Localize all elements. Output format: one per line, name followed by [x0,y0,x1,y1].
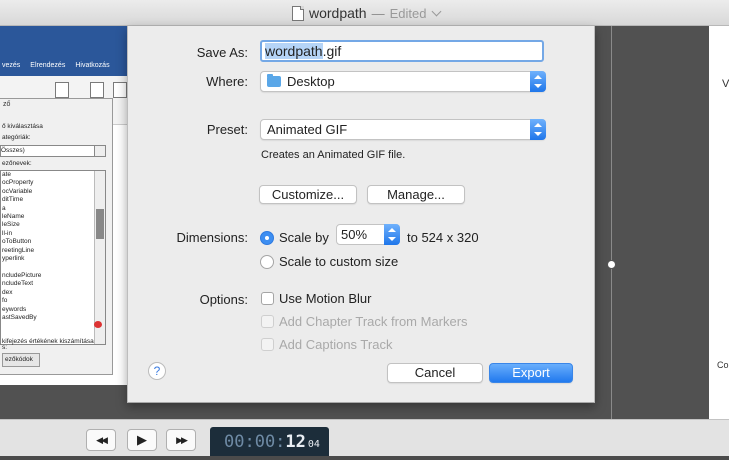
list-item: ocVariable [2,187,33,195]
window-titlebar: wordpath — Edited [0,0,729,26]
where-popup[interactable]: Desktop [260,71,546,92]
timecode-display: 00:00:12 04 [210,427,329,456]
scale-by-radio[interactable] [260,231,274,245]
options-label: Options: [199,292,248,307]
cursor-click-indicator [94,321,102,328]
list-item: reetingLine [2,246,35,254]
word-category-select: Összes) [0,145,106,157]
export-dialog: Save As: wordpath.gif Where: Desktop Pre… [127,26,595,403]
resize-handle[interactable] [607,260,616,269]
folder-icon [267,74,281,87]
save-as-label: Save As: [196,45,248,60]
list-item [1,263,105,271]
word-category-value: Összes) [1,147,25,154]
fast-forward-icon[interactable]: ▶▶ [166,429,196,451]
play-icon[interactable]: ▶ [127,429,157,451]
title-separator: — [371,5,385,21]
word-dialog-label: ő kiválasztása [2,123,43,130]
word-field-codes-button: ezőkódok [2,353,40,367]
ribbon-icon [55,82,69,98]
preset-popup[interactable]: Animated GIF [260,119,546,140]
word-ribbon-tabs: vezés Elrendezés Hivatkozás [0,62,127,76]
right-label: Co [717,360,729,370]
cancel-button[interactable]: Cancel [387,363,483,383]
scale-result: to 524 x 320 [407,230,479,245]
list-item: fo [2,297,8,305]
window-title-group[interactable]: wordpath — Edited [292,4,442,22]
captions-track-checkbox[interactable] [261,338,274,351]
chevron-updown-icon [530,71,546,92]
list-item: yperlink [2,255,25,263]
ribbon-icon [113,82,127,98]
scale-custom-label: Scale to custom size [279,254,399,269]
scale-by-label: Scale by [279,230,329,245]
preset-description: Creates an Animated GIF file. [261,149,406,161]
edited-status: Edited [389,5,427,21]
list-item: ll-in [2,229,13,237]
timecode-frames: 04 [307,439,320,450]
list-item: ate [2,171,12,178]
captions-track-label: Add Captions Track [279,337,393,352]
ribbon-tab: Hivatkozás [75,62,110,69]
filename-selected: wordpath [265,43,323,59]
scale-custom-radio[interactable] [260,255,274,269]
timecode-prefix: 00:00: [224,432,286,452]
chevron-updown-icon [530,119,546,140]
right-label: V [722,78,729,90]
ribbon-icon [90,82,104,98]
list-item: ncludeText [2,280,34,288]
word-dialog-label: s: [2,344,8,351]
rewind-icon[interactable]: ◀◀ [86,429,116,451]
list-item: leName [2,213,25,221]
manage-button[interactable]: Manage... [367,185,465,204]
preset-label: Preset: [206,122,248,137]
word-dialog-label: ategóriák: [2,134,31,141]
export-button[interactable]: Export [489,363,573,383]
canvas-edge-line [611,26,612,419]
preset-value: Animated GIF [267,122,348,137]
where-value: Desktop [287,74,335,89]
scroll-thumb [96,209,104,239]
list-item: a [2,204,6,212]
scale-popup[interactable]: 50% [336,224,400,245]
motion-blur-label: Use Motion Blur [279,291,372,306]
word-field-list: ate ocProperty ocVariable ditTime a leNa… [0,170,106,345]
where-label: Where: [206,74,248,89]
word-dialog-label: ezőnevek: [2,160,32,167]
list-item: ditTime [2,196,24,204]
word-description: kifejezés értékének kiszámítása [2,338,94,345]
save-as-field[interactable]: wordpath.gif [260,40,544,62]
chapter-track-checkbox[interactable] [261,315,274,328]
word-list-scrollbar [94,171,105,344]
document-icon [292,5,304,21]
chevron-down-icon [94,146,105,156]
transport-bar: ◀◀ ▶ ▶▶ 00:00:12 04 [0,419,729,456]
timecode-seconds: 12 [285,432,306,452]
window-title: wordpath [309,5,367,21]
word-dialog-title: ző [3,101,11,108]
scale-value: 50% [341,227,368,242]
help-icon[interactable]: ? [148,362,166,380]
filename-extension: .gif [322,43,342,59]
list-item: leSize [2,221,20,229]
list-item: ncludePicture [2,271,42,279]
list-item: oToButton [2,238,32,246]
list-item: ocProperty [2,179,34,187]
dimensions-label: Dimensions: [176,230,248,245]
chevron-down-icon[interactable] [432,6,442,17]
word-field-dialog: ző ő kiválasztása ategóriák: Összes) ező… [0,98,113,375]
chapter-track-label: Add Chapter Track from Markers [279,314,468,329]
list-item: astSavedBy [2,313,37,321]
motion-blur-checkbox[interactable] [261,292,274,305]
video-frame-left: vezés Elrendezés Hivatkozás ző ő kiválas… [0,26,127,385]
customize-button[interactable]: Customize... [259,185,357,204]
ribbon-tab: vezés [2,62,21,69]
chevron-down-icon [384,224,400,245]
ribbon-tab: Elrendezés [30,62,66,69]
list-item: eywords [2,305,27,313]
list-item: dex [2,288,13,296]
video-frame-right: V Co [709,26,729,419]
